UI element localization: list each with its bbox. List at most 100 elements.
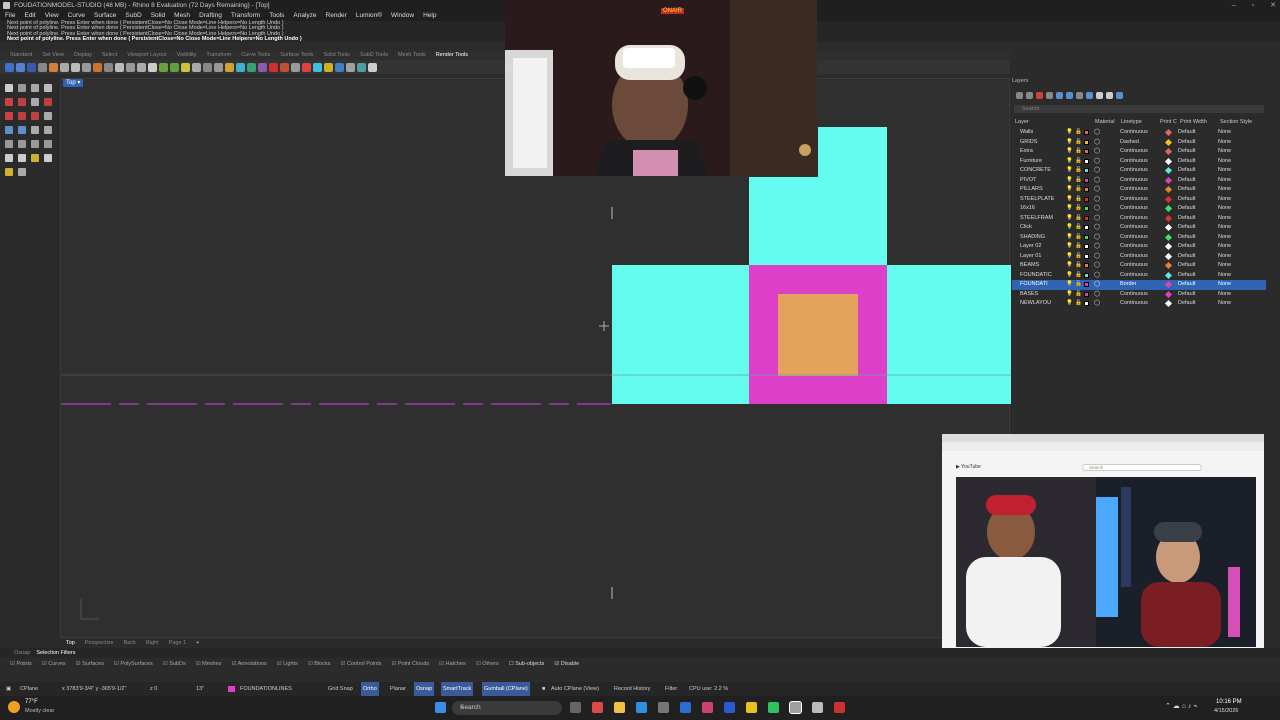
print-color-swatch[interactable]	[1164, 271, 1173, 279]
zoom-window-icon[interactable]	[148, 62, 157, 72]
lightbulb-icon[interactable]: 💡	[1066, 138, 1073, 148]
material-icon[interactable]: ◯	[1094, 280, 1100, 290]
layer-linetype[interactable]: Continuous	[1120, 271, 1148, 281]
render-tool-icon[interactable]	[5, 168, 13, 176]
zoom-selected-icon[interactable]	[170, 62, 179, 72]
layer-print-width[interactable]: Default	[1178, 223, 1195, 233]
move-down-icon[interactable]	[1066, 92, 1073, 99]
chrome-icon[interactable]	[746, 702, 757, 713]
print-color-swatch[interactable]	[1164, 138, 1173, 146]
layer-section-style[interactable]: None	[1218, 195, 1231, 205]
lightbulb-icon[interactable]: 💡	[1066, 233, 1073, 243]
analyze-icon[interactable]	[31, 154, 39, 162]
layer-color-swatch[interactable]	[1084, 196, 1089, 202]
tools-icon[interactable]	[1096, 92, 1103, 99]
cplane-icon[interactable]	[214, 62, 223, 72]
filter-polysurfaces[interactable]: ☑ PolySurfaces	[114, 658, 153, 670]
filter-curves[interactable]: ☑ Curves	[42, 658, 66, 670]
lightbulb-icon[interactable]: 💡	[1066, 185, 1073, 195]
layer-row[interactable]: CONCRETE 💡 🔓 ◯ Continuous Default None	[1012, 166, 1266, 176]
save-icon[interactable]	[27, 62, 36, 72]
rhino-taskbar-icon[interactable]	[789, 701, 802, 714]
layer-linetype[interactable]: Continuous	[1120, 242, 1148, 252]
filter-hatches[interactable]: ☑ Hatches	[439, 658, 466, 670]
layer-section-style[interactable]: None	[1218, 242, 1231, 252]
layer-row[interactable]: NEWLAYOU 💡 🔓 ◯ Continuous Default None	[1012, 299, 1266, 309]
move-icon[interactable]	[5, 140, 13, 148]
layer-color-swatch[interactable]	[1084, 282, 1089, 287]
layer-print-width[interactable]: Default	[1178, 195, 1195, 205]
layer-color-swatch[interactable]	[1084, 225, 1089, 230]
print-color-swatch[interactable]	[1164, 214, 1173, 222]
layer-print-width[interactable]: Default	[1178, 252, 1195, 262]
filter-meshes[interactable]: ☑ Meshes	[196, 658, 222, 670]
zoom-extents-icon[interactable]	[159, 62, 168, 72]
layer-linetype[interactable]: Continuous	[1120, 147, 1148, 157]
minimize-icon[interactable]: –	[1232, 0, 1236, 11]
lightbulb-icon[interactable]: 💡	[1066, 128, 1073, 138]
pan-icon[interactable]	[115, 62, 124, 72]
cyan-slab-top[interactable]	[818, 127, 887, 265]
redo-icon[interactable]	[104, 62, 113, 72]
layer-section-style[interactable]: None	[1218, 252, 1231, 262]
clock-date[interactable]: 4/15/2026	[1214, 708, 1238, 714]
layer-color-swatch[interactable]	[1084, 206, 1089, 211]
layer-color-swatch[interactable]	[1084, 215, 1089, 221]
weather-icon[interactable]	[8, 701, 20, 713]
zoom-icon[interactable]	[137, 62, 146, 72]
lightbulb-icon[interactable]: 💡	[1066, 147, 1073, 157]
cplane-label[interactable]: CPlane	[20, 682, 38, 696]
print-icon[interactable]	[38, 62, 47, 72]
material-icon[interactable]: ◯	[1094, 128, 1100, 138]
layer-print-width[interactable]: Default	[1178, 242, 1195, 252]
layer-print-width[interactable]: Default	[1178, 147, 1195, 157]
material-icon[interactable]: ◯	[1094, 261, 1100, 271]
extrude-icon[interactable]	[18, 112, 26, 120]
start-icon[interactable]	[435, 702, 446, 713]
lock-layer-icon[interactable]: 🔓	[1075, 166, 1082, 176]
material-icon[interactable]: ◯	[1094, 176, 1100, 186]
menu-lumion[interactable]: Lumion®	[356, 11, 382, 21]
open-file-icon[interactable]	[16, 62, 25, 72]
layer-name[interactable]: NEWLAYOU	[1020, 299, 1051, 309]
maximize-icon[interactable]: ▫	[1252, 0, 1254, 11]
rotate-icon[interactable]	[31, 140, 39, 148]
layer-row[interactable]: Walls 💡 🔓 ◯ Continuous Default None	[1012, 128, 1266, 138]
print-color-swatch[interactable]	[1164, 195, 1173, 203]
lightbulb-icon[interactable]: 💡	[1066, 176, 1073, 186]
material-icon[interactable]: ◯	[1094, 195, 1100, 205]
polyline-icon[interactable]	[31, 84, 39, 92]
tab-standard[interactable]: Standard	[10, 50, 32, 60]
filter-lights[interactable]: ☑ Lights	[277, 658, 298, 670]
layer-linetype[interactable]: Continuous	[1120, 185, 1148, 195]
filter-subds[interactable]: ☑ SubDs	[163, 658, 186, 670]
tab-selection-filters[interactable]: Selection Filters	[36, 650, 75, 656]
layer-row[interactable]: FOUNDATI 💡 🔓 ◯ Border Default None	[1012, 280, 1266, 290]
lock-layer-icon[interactable]: 🔓	[1075, 261, 1082, 271]
obs-icon[interactable]	[812, 702, 823, 713]
print-color-swatch[interactable]	[1164, 299, 1173, 308]
move-parent-icon[interactable]	[1076, 92, 1083, 99]
material-icon[interactable]: ◯	[1094, 138, 1100, 148]
layer-name[interactable]: Click	[1020, 223, 1032, 233]
cyan-slab-left-upper[interactable]	[749, 177, 819, 265]
tab-surface-tools[interactable]: Surface Tools	[280, 50, 313, 60]
print-color-swatch[interactable]	[1164, 166, 1173, 175]
tab-select[interactable]: Select	[102, 50, 117, 60]
col-material[interactable]: Material	[1095, 118, 1115, 128]
help-layer-icon[interactable]	[1116, 92, 1123, 99]
lock-layer-icon[interactable]: 🔓	[1075, 223, 1082, 233]
task-view-icon[interactable]	[570, 702, 581, 713]
lock-layer-icon[interactable]: 🔓	[1075, 252, 1082, 262]
layer-icon[interactable]	[258, 62, 267, 72]
layer-row[interactable]: SHADING 💡 🔓 ◯ Continuous Default None	[1012, 233, 1266, 243]
properties-icon[interactable]	[269, 62, 278, 72]
layer-section-style[interactable]: None	[1218, 176, 1231, 186]
lightbulb-icon[interactable]: 💡	[1066, 157, 1073, 167]
layer-name[interactable]: STEELFRAM	[1020, 214, 1053, 224]
options-icon[interactable]	[291, 62, 300, 72]
render-icon[interactable]	[247, 62, 256, 72]
cyan-slab-left[interactable]	[612, 265, 749, 404]
material-icon[interactable]: ◯	[1094, 271, 1100, 281]
help-icon[interactable]	[302, 62, 311, 72]
